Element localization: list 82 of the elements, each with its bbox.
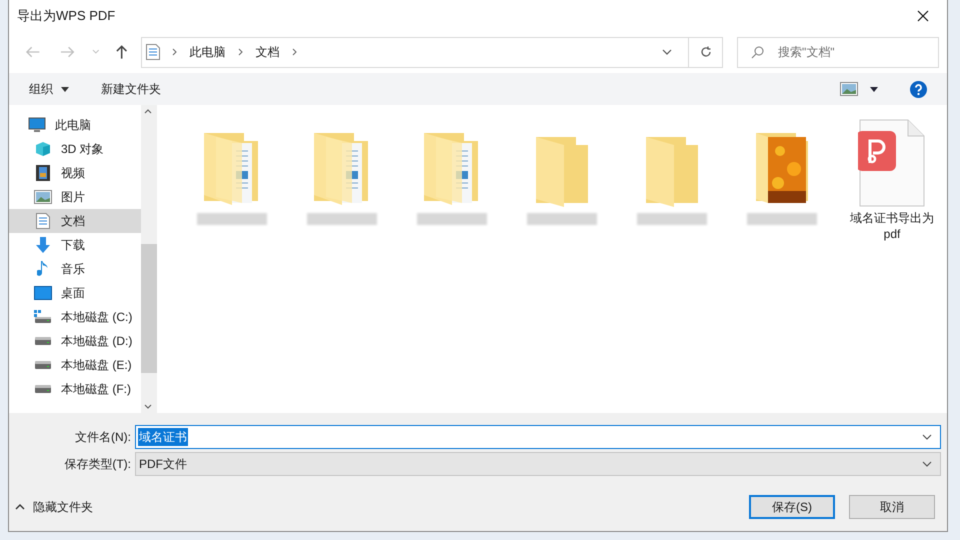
dropdown-chevron-icon: [922, 461, 932, 467]
nav-item-label: 桌面: [61, 285, 85, 302]
window-title: 导出为WPS PDF: [17, 6, 116, 25]
nav-item[interactable]: 文档: [9, 209, 141, 233]
scrollbar-thumb[interactable]: [140, 244, 157, 373]
refresh-icon[interactable]: [700, 46, 712, 58]
film-icon: [36, 165, 50, 181]
nav-item[interactable]: 本地磁盘 (F:): [9, 377, 141, 401]
nav-item-label: 本地磁盘 (F:): [61, 381, 131, 398]
scroll-up-icon: [144, 109, 152, 114]
document-icon: [36, 213, 50, 229]
picture-icon: [34, 190, 52, 204]
chevron-right-icon: [172, 48, 178, 56]
nav-item[interactable]: 图片: [9, 185, 141, 209]
nav-item[interactable]: 此电脑: [9, 113, 141, 137]
nav-item-label: 图片: [61, 189, 85, 206]
nav-item[interactable]: 本地磁盘 (D:): [9, 329, 141, 353]
picture-icon: [840, 82, 858, 96]
blurred-file-name: [197, 213, 267, 225]
up-arrow-icon[interactable]: [115, 44, 129, 60]
drive-icon: [34, 384, 52, 394]
drive-icon: [34, 336, 52, 346]
chevron-up-icon: [15, 504, 25, 510]
new-folder-button[interactable]: 新建文件夹: [97, 80, 165, 98]
document-icon: [146, 44, 160, 60]
nav-item[interactable]: 视频: [9, 161, 141, 185]
nav-item[interactable]: 3D 对象: [9, 137, 141, 161]
address-bar[interactable]: 此电脑 文档: [140, 36, 724, 68]
nav-item-label: 本地磁盘 (C:): [61, 309, 132, 326]
nav-item-label: 本地磁盘 (E:): [61, 357, 132, 374]
blurred-file-name: [307, 213, 377, 225]
nav-item-label: 文档: [61, 213, 85, 230]
close-icon: [917, 10, 929, 22]
nav-item[interactable]: 音乐: [9, 257, 141, 281]
caret-icon: [61, 86, 69, 92]
blurred-file-name: [527, 213, 597, 225]
nav-item[interactable]: 本地磁盘 (C:): [9, 305, 141, 329]
filename-field[interactable]: 域名证书: [135, 425, 941, 449]
music-note-icon: [37, 261, 49, 277]
chevron-right-icon: [292, 48, 298, 56]
hide-folders-toggle[interactable]: 隐藏文件夹: [15, 498, 93, 516]
nav-item-label: 本地磁盘 (D:): [61, 333, 132, 350]
pdf-file-icon: [858, 119, 926, 207]
filename-label: 文件名(N):: [74, 429, 132, 446]
nav-item-label: 下载: [61, 237, 85, 254]
cancel-button[interactable]: 取消: [849, 495, 935, 519]
nav-item-label: 此电脑: [55, 117, 91, 134]
cube-icon: [35, 141, 51, 157]
organize-menu-button[interactable]: 组织: [25, 80, 73, 98]
filename-value: 域名证书: [138, 428, 188, 446]
nav-item[interactable]: 下载: [9, 233, 141, 257]
save-button[interactable]: 保存(S): [749, 495, 835, 519]
file-type-dropdown[interactable]: PDF文件: [135, 452, 941, 476]
folder-icon: [534, 135, 590, 207]
nav-item[interactable]: 桌面: [9, 281, 141, 305]
view-options-button[interactable]: [840, 82, 878, 96]
desktop-icon: [34, 286, 52, 300]
file-type-label: 保存类型(T):: [63, 456, 132, 473]
chevron-right-icon: [238, 48, 244, 56]
scrollbar[interactable]: [140, 105, 156, 413]
help-icon[interactable]: [910, 80, 927, 98]
breadcrumb-item[interactable]: 文档: [256, 43, 280, 61]
search-icon: [751, 46, 764, 58]
scroll-down-icon: [144, 404, 152, 409]
file-name: 域名证书导出为pdf: [849, 210, 935, 242]
dropdown-chevron-icon: [922, 434, 932, 440]
blurred-file-name: [417, 213, 487, 225]
download-arrow-icon: [35, 237, 51, 253]
nav-item-label: 3D 对象: [61, 141, 104, 158]
computer-icon: [28, 117, 46, 133]
caret-icon: [870, 86, 878, 92]
breadcrumb-item[interactable]: 此电脑: [190, 43, 226, 61]
dropdown-chevron-icon[interactable]: [662, 49, 672, 55]
nav-item-label: 音乐: [61, 261, 85, 278]
nav-item[interactable]: 本地磁盘 (E:): [9, 353, 141, 377]
blurred-file-name: [637, 213, 707, 225]
nav-item-label: 视频: [61, 165, 85, 182]
drive-icon: [34, 360, 52, 370]
blurred-file-name: [747, 213, 817, 225]
search-field[interactable]: 搜索"文档": [737, 36, 940, 68]
system-drive-icon: [34, 310, 52, 324]
folder-icon: [644, 135, 700, 207]
